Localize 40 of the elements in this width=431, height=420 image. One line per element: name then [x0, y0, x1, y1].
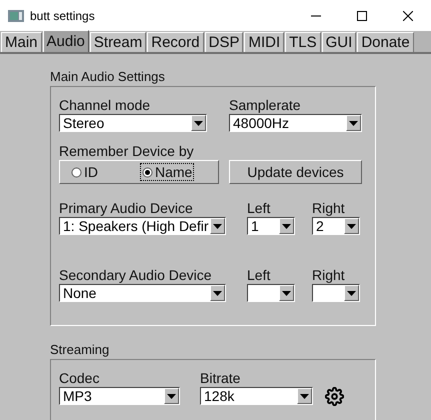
field-label: Right [312, 200, 346, 216]
group-title: Main Audio Settings [50, 69, 166, 84]
tab[interactable]: Stream [90, 32, 146, 52]
tab[interactable]: DSP [204, 32, 244, 52]
dropdown[interactable]: 2 [312, 217, 360, 235]
field-label: Channel mode [59, 97, 152, 113]
tab[interactable]: Audio [42, 30, 89, 52]
field-label: Left [247, 267, 272, 283]
tab[interactable]: Main [1, 32, 42, 52]
field-label: Samplerate [229, 97, 302, 113]
dropdown[interactable]: Stereo [59, 114, 207, 132]
dropdown[interactable]: MP3 [59, 387, 180, 405]
tab[interactable]: TLS [285, 32, 321, 52]
dropdown[interactable]: 48000Hz [229, 114, 362, 132]
app-icon [8, 10, 24, 22]
tab[interactable]: MIDI [244, 32, 284, 52]
dropdown[interactable]: 128k [200, 387, 313, 405]
dropdown[interactable]: 1 [247, 217, 295, 235]
group-title: Streaming [50, 342, 110, 357]
dropdown[interactable]: None [59, 284, 226, 302]
field-label: Primary Audio Device [59, 200, 194, 216]
tab[interactable]: Donate [357, 32, 414, 52]
radio-option[interactable]: Name [141, 164, 194, 180]
dropdown[interactable] [312, 284, 360, 302]
maximize-icon [357, 10, 367, 20]
close-icon [403, 10, 413, 20]
dropdown[interactable]: 1: Speakers (High Defir [59, 217, 226, 235]
field-label: Codec [59, 370, 100, 386]
settings-icon[interactable] [325, 387, 344, 406]
dropdown[interactable] [247, 284, 295, 302]
field-label: Left [247, 200, 272, 216]
field-label: Remember Device by [59, 143, 195, 159]
update-devices-button[interactable]: Update devices [229, 160, 362, 184]
window-title: butt settings [30, 8, 95, 24]
field-label: Bitrate [200, 370, 242, 386]
field-label: Right [312, 267, 346, 283]
tab[interactable]: Record [147, 32, 204, 52]
field-label: Secondary Audio Device [59, 267, 213, 283]
radio-option[interactable]: ID [70, 164, 99, 180]
tab[interactable]: GUI [322, 32, 356, 52]
